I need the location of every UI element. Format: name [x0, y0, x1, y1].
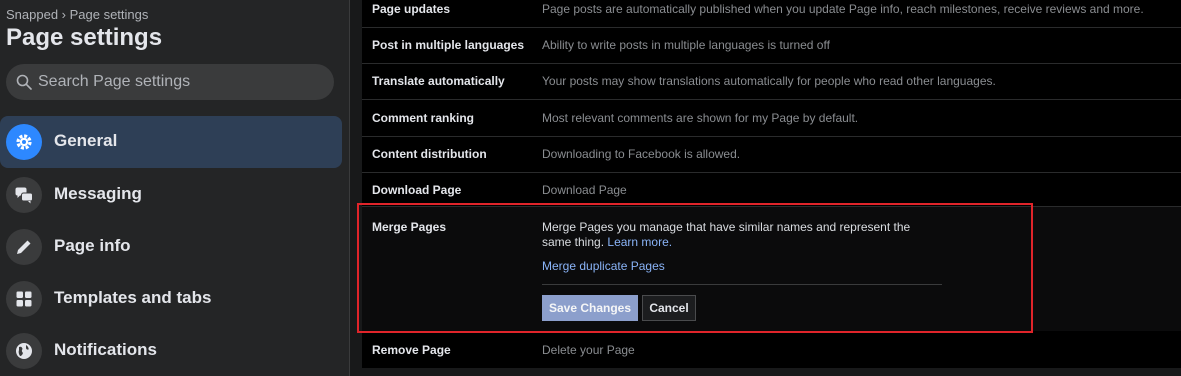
setting-description: Your posts may show translations automat… — [542, 74, 996, 88]
sidebar-item-templates-and-tabs[interactable]: Templates and tabs — [0, 273, 342, 325]
sidebar: Snapped › Page settings Page settings Ge… — [0, 0, 350, 376]
setting-row-comment-ranking[interactable]: Comment ranking Most relevant comments a… — [362, 100, 1181, 137]
merge-duplicate-pages-link[interactable]: Merge duplicate Pages — [542, 259, 665, 273]
setting-description: Download Page — [542, 183, 627, 197]
sidebar-item-label: Notifications — [54, 340, 157, 359]
setting-description: Merge Pages you manage that have similar… — [542, 220, 942, 250]
divider — [542, 284, 942, 285]
setting-row-page-updates[interactable]: Page updates Page posts are automaticall… — [362, 0, 1181, 28]
setting-label: Post in multiple languages — [372, 38, 525, 52]
setting-row-content-distribution[interactable]: Content distribution Downloading to Face… — [362, 137, 1181, 173]
setting-description: Ability to write posts in multiple langu… — [542, 38, 830, 52]
sidebar-item-notifications[interactable]: Notifications — [0, 325, 342, 376]
setting-label: Content distribution — [372, 147, 487, 161]
sidebar-item-page-info[interactable]: Page info — [0, 221, 342, 273]
setting-label: Download Page — [372, 183, 462, 197]
setting-label[interactable]: Remove Page — [372, 343, 451, 357]
setting-description: Delete your Page — [542, 343, 635, 357]
search-icon — [16, 74, 32, 90]
globe-icon — [6, 333, 42, 369]
setting-label: Page updates — [372, 2, 451, 16]
search-box[interactable] — [6, 64, 334, 100]
setting-row-translate-automatically[interactable]: Translate automatically Your posts may s… — [362, 64, 1181, 100]
messages-icon — [6, 177, 42, 213]
sidebar-item-label: Templates and tabs — [54, 288, 212, 307]
search-input[interactable] — [38, 64, 328, 100]
sidebar-item-general[interactable]: General — [0, 116, 342, 168]
grid-icon — [6, 281, 42, 317]
setting-description: Page posts are automatically published w… — [542, 2, 1144, 16]
setting-row-post-in-multiple-languages[interactable]: Post in multiple languages Ability to wr… — [362, 28, 1181, 64]
breadcrumb[interactable]: Snapped › Page settings — [6, 7, 148, 22]
setting-label: Translate automatically — [372, 74, 505, 88]
setting-label: Comment ranking — [372, 111, 475, 125]
gear-icon — [6, 124, 42, 160]
sidebar-item-label: General — [54, 131, 118, 150]
cancel-button[interactable]: Cancel — [642, 295, 696, 321]
sidebar-item-label: Messaging — [54, 184, 142, 203]
setting-label: Merge Pages — [372, 220, 447, 234]
setting-description: Most relevant comments are shown for my … — [542, 111, 859, 125]
save-changes-button[interactable]: Save Changes — [542, 295, 638, 321]
merge-description-text: Merge Pages you manage that have similar… — [542, 220, 911, 249]
sidebar-item-label: Page info — [54, 236, 131, 255]
pencil-icon — [6, 229, 42, 265]
learn-more-link[interactable]: Learn more. — [607, 235, 672, 249]
sidebar-item-messaging[interactable]: Messaging — [0, 169, 342, 221]
setting-row-download-page[interactable]: Download Page Download Page — [362, 173, 1181, 207]
page-title: Page settings — [6, 24, 163, 51]
settings-panel: Page updates Page posts are automaticall… — [362, 0, 1181, 368]
setting-row-merge-pages: Merge Pages Merge Pages you manage that … — [362, 207, 1181, 331]
setting-description: Downloading to Facebook is allowed. — [542, 147, 741, 161]
